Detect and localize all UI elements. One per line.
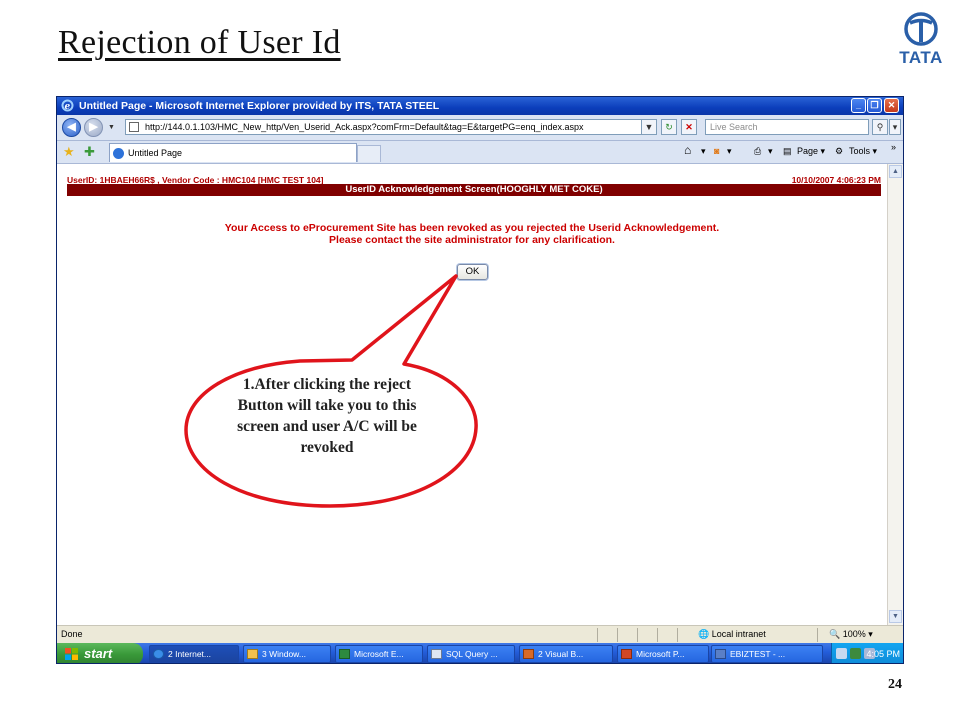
tata-emblem-icon bbox=[904, 12, 938, 46]
taskbar-item-ebiztest[interactable]: EBIZTEST - ... bbox=[711, 645, 823, 663]
powerpoint-icon bbox=[621, 649, 632, 659]
ie-taskbar-icon bbox=[153, 649, 164, 659]
page-menu-icon[interactable]: ▤ bbox=[783, 146, 792, 157]
new-tab-button[interactable] bbox=[357, 145, 381, 162]
home-icon[interactable]: ⌂ bbox=[684, 143, 691, 157]
scroll-down-icon[interactable]: ▼ bbox=[889, 610, 902, 623]
terminal-icon bbox=[715, 649, 726, 659]
search-icon[interactable]: ⚲ bbox=[872, 119, 888, 135]
status-bar: Done 🌐 Local intranet 🔍 100% ▾ bbox=[57, 625, 903, 644]
sql-icon bbox=[431, 649, 442, 659]
page-menu-button[interactable]: Page ▾ bbox=[797, 146, 825, 157]
zoom-level[interactable]: 🔍 100% ▾ bbox=[829, 626, 873, 643]
minimize-button[interactable]: _ bbox=[851, 98, 866, 113]
visual-basic-icon bbox=[523, 649, 534, 659]
logo-wordmark: TATA bbox=[899, 48, 943, 67]
revoked-message: Your Access to eProcurement Site has bee… bbox=[224, 222, 720, 234]
start-label: start bbox=[84, 646, 113, 661]
svg-text:e: e bbox=[65, 102, 71, 112]
security-zone: 🌐 Local intranet bbox=[698, 629, 766, 639]
toolbar-overflow-icon[interactable]: » bbox=[891, 142, 896, 152]
back-button[interactable]: ◀ bbox=[62, 118, 81, 137]
ie-page-icon bbox=[113, 148, 124, 159]
tab-untitled-page[interactable]: Untitled Page bbox=[109, 143, 357, 162]
taskbar-item-excel[interactable]: Microsoft E... bbox=[335, 645, 423, 663]
feeds-dropdown-icon[interactable]: ▾ bbox=[727, 146, 732, 157]
address-dropdown-button[interactable]: ▼ bbox=[641, 119, 657, 135]
tools-menu-button[interactable]: Tools ▾ bbox=[849, 146, 877, 157]
refresh-icon[interactable]: ↻ bbox=[661, 119, 677, 135]
ie-icon: e bbox=[61, 99, 74, 112]
contact-message: Please contact the site administrator fo… bbox=[329, 234, 615, 246]
status-text: Done bbox=[61, 629, 83, 639]
tools-icon[interactable]: ⚙ bbox=[835, 146, 843, 157]
history-dropdown-icon[interactable]: ▼ bbox=[108, 124, 115, 131]
tab-toolbar: ★ ✚ Untitled Page ⌂ ▾ ◙ ▾ ⎙ ▾ ▤ Page ▾ ⚙… bbox=[57, 141, 903, 164]
tata-logo: TATA bbox=[893, 12, 949, 67]
maximize-button[interactable]: ❐ bbox=[867, 98, 882, 113]
page-icon bbox=[129, 122, 139, 132]
taskbar-item-windows[interactable]: 3 Window... bbox=[243, 645, 331, 663]
title-bar: e Untitled Page - Microsoft Internet Exp… bbox=[57, 97, 903, 115]
search-options-icon[interactable]: ▾ bbox=[889, 119, 901, 135]
callout-text: 1.After clicking the reject Button will … bbox=[237, 376, 417, 456]
address-input[interactable]: http://144.0.1.103/HMC_New_http/Ven_User… bbox=[125, 119, 655, 135]
page-number: 24 bbox=[888, 677, 902, 692]
tray-security-icon[interactable] bbox=[850, 648, 861, 659]
taskbar-clock: 4:05 PM bbox=[866, 649, 900, 659]
excel-icon bbox=[339, 649, 350, 659]
taskbar-item-sql-query[interactable]: SQL Query ... bbox=[427, 645, 515, 663]
window-title: Untitled Page - Microsoft Internet Explo… bbox=[79, 100, 440, 112]
tray-network-icon[interactable] bbox=[836, 648, 847, 659]
page-content: UserID: 1HBAEH66R$ , Vendor Code : HMC10… bbox=[57, 164, 887, 625]
windows-taskbar: start 2 Internet... 3 Window... Microsof… bbox=[57, 643, 903, 663]
ok-button[interactable]: OK bbox=[457, 264, 488, 280]
forward-button[interactable]: ▶ bbox=[84, 118, 103, 137]
tab-label: Untitled Page bbox=[128, 148, 183, 158]
folder-icon bbox=[247, 649, 258, 659]
scroll-up-icon[interactable]: ▲ bbox=[889, 165, 902, 178]
search-input[interactable]: Live Search bbox=[705, 119, 869, 135]
taskbar-item-internet[interactable]: 2 Internet... bbox=[149, 645, 239, 663]
favorites-star-icon[interactable]: ★ bbox=[63, 144, 75, 160]
address-toolbar: ◀ ▶ ▼ http://144.0.1.103/HMC_New_http/Ve… bbox=[57, 115, 903, 141]
close-button[interactable]: ✕ bbox=[884, 98, 899, 113]
feeds-icon[interactable]: ◙ bbox=[714, 146, 719, 156]
windows-flag-icon bbox=[65, 648, 78, 660]
home-dropdown-icon[interactable]: ▾ bbox=[701, 146, 706, 157]
taskbar-item-visual-basic[interactable]: 2 Visual B... bbox=[519, 645, 613, 663]
address-text: http://144.0.1.103/HMC_New_http/Ven_User… bbox=[145, 122, 584, 132]
start-button[interactable]: start bbox=[57, 643, 143, 663]
print-dropdown-icon[interactable]: ▾ bbox=[768, 146, 773, 157]
print-icon[interactable]: ⎙ bbox=[754, 146, 761, 157]
taskbar-item-powerpoint[interactable]: Microsoft P... bbox=[617, 645, 709, 663]
vertical-scrollbar[interactable]: ▲ ▼ bbox=[887, 164, 903, 625]
stop-icon[interactable]: ✕ bbox=[681, 119, 697, 135]
system-tray: 4:05 PM bbox=[831, 643, 903, 663]
slide-title: Rejection of User Id bbox=[58, 24, 341, 61]
screen-header: UserID Acknowledgement Screen(HOOGHLY ME… bbox=[67, 184, 881, 196]
browser-window: e Untitled Page - Microsoft Internet Exp… bbox=[56, 96, 904, 664]
add-favorites-icon[interactable]: ✚ bbox=[84, 144, 95, 160]
